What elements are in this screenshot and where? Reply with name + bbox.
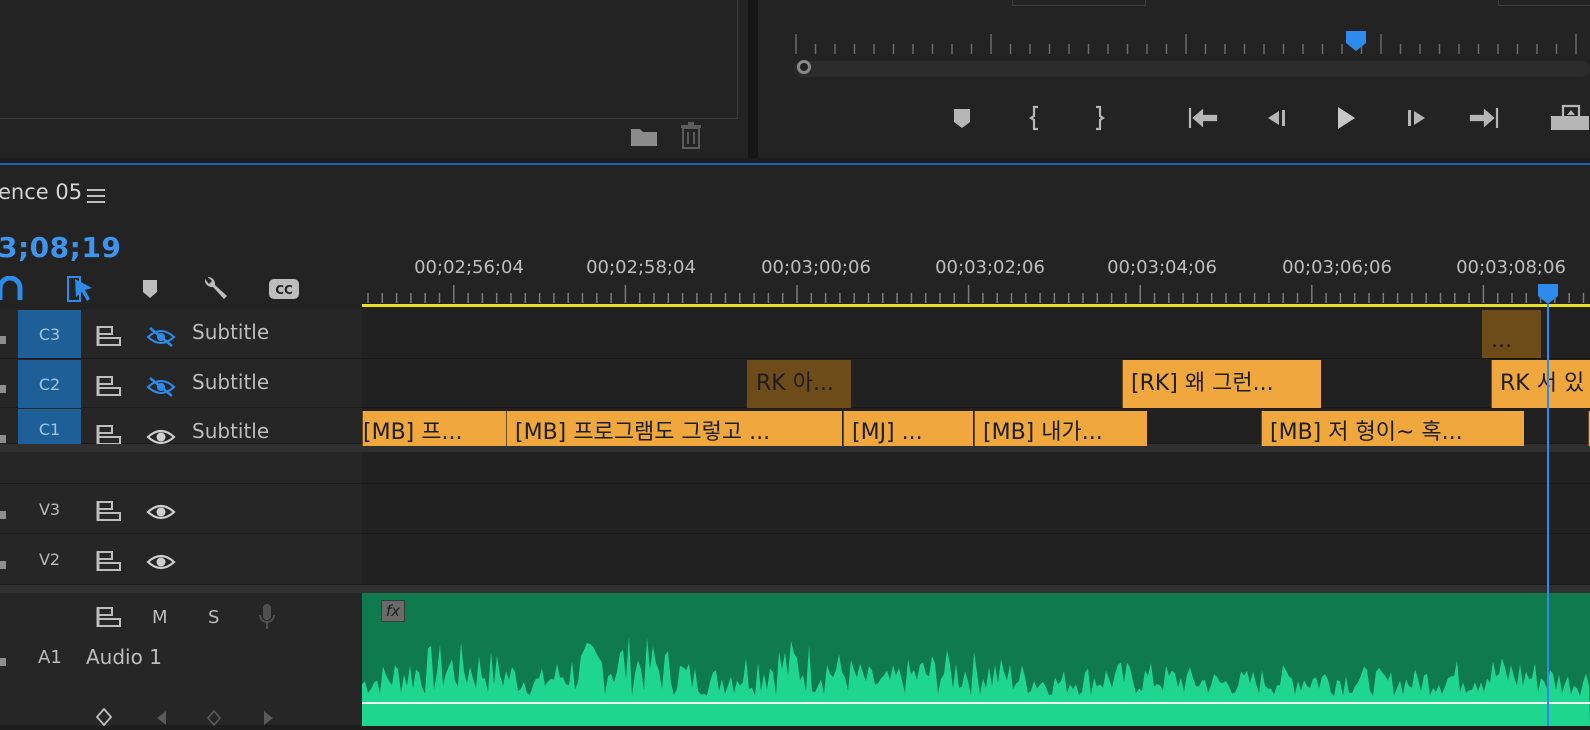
monitor-resolution-dropdown[interactable] — [1498, 0, 1590, 6]
track-target-v2[interactable]: V2 — [18, 535, 81, 583]
ruler-label: 00;03;04;06 — [1107, 257, 1217, 278]
monitor-zoom-dropdown[interactable] — [1012, 0, 1146, 6]
trash-icon[interactable] — [680, 122, 702, 150]
monitor-scroll-handle[interactable] — [797, 60, 811, 74]
marker-icon[interactable] — [948, 104, 976, 132]
ruler-label: 00;02;58;04 — [586, 257, 696, 278]
microphone-icon[interactable] — [258, 603, 276, 631]
keyframe-toggle-icon[interactable] — [95, 707, 117, 727]
export-frame-icon[interactable] — [1550, 104, 1590, 132]
sync-lock-icon[interactable] — [96, 500, 122, 522]
track-target-c3[interactable]: C3 — [18, 310, 81, 358]
fx-badge[interactable]: fx — [381, 600, 405, 622]
lock-icon[interactable] — [0, 428, 6, 443]
volume-rubber-band[interactable] — [362, 702, 1590, 704]
lock-icon[interactable] — [0, 554, 6, 569]
go-to-in-icon[interactable] — [1185, 104, 1219, 132]
new-bin-icon[interactable] — [630, 125, 658, 147]
track-target-v3[interactable]: V3 — [18, 485, 81, 533]
subtitle-clip[interactable]: RK 아... — [747, 360, 851, 408]
add-marker-icon[interactable] — [136, 276, 164, 302]
play-icon[interactable] — [1331, 104, 1359, 132]
subtitle-clip[interactable]: [MB] 프로그램도 그렇고 ... — [506, 411, 842, 446]
monitor-mini-ruler[interactable] — [794, 30, 1590, 56]
audio-track-name[interactable]: Audio 1 — [86, 645, 162, 669]
solo-button[interactable]: S — [208, 607, 219, 628]
playhead-timecode[interactable]: 3;08;19 — [0, 231, 121, 264]
lock-icon[interactable] — [0, 651, 6, 666]
add-keyframe-icon[interactable] — [206, 709, 222, 727]
eye-icon[interactable] — [146, 501, 176, 523]
panel-divider[interactable] — [748, 0, 758, 158]
sync-lock-icon[interactable] — [96, 375, 122, 397]
go-to-out-icon[interactable] — [1468, 104, 1502, 132]
track-lane-v3[interactable] — [362, 484, 1590, 534]
linked-selection-icon[interactable] — [67, 276, 95, 302]
track-lane-v2[interactable] — [362, 534, 1590, 585]
monitor-playhead-handle[interactable] — [1345, 30, 1367, 52]
track-name: Subtitle — [192, 370, 270, 394]
track-name: Subtitle — [192, 320, 270, 344]
hamburger-menu-icon[interactable] — [87, 188, 105, 203]
next-keyframe-icon[interactable] — [262, 710, 274, 726]
eye-hidden-icon[interactable] — [146, 326, 176, 348]
video-audio-divider[interactable] — [0, 585, 1590, 593]
track-lane-c2[interactable] — [362, 359, 1590, 408]
track-header-empty — [0, 452, 362, 484]
ruler-label: 00;03;08;06 — [1456, 257, 1566, 278]
step-back-icon[interactable] — [1262, 104, 1290, 132]
subtitle-clip[interactable]: [RK] 왜 그런... — [1122, 360, 1321, 408]
ruler-label: 00;02;56;04 — [414, 257, 524, 278]
snap-icon[interactable] — [0, 275, 24, 302]
track-lane-c3[interactable] — [362, 309, 1590, 359]
sequence-tab-title[interactable]: ence 05 — [0, 180, 82, 204]
program-monitor — [758, 0, 1590, 158]
closed-captions-icon[interactable]: CC — [268, 276, 300, 302]
subtitle-clip[interactable]: [MJ] ... — [843, 411, 973, 446]
track-target-c2[interactable]: C2 — [18, 360, 81, 408]
subtitle-clip[interactable]: ... — [1482, 310, 1541, 358]
lock-icon[interactable] — [0, 329, 6, 344]
sync-lock-icon[interactable] — [96, 325, 122, 347]
svg-text:CC: CC — [275, 283, 293, 297]
settings-wrench-icon[interactable] — [201, 276, 229, 302]
sync-lock-icon[interactable] — [96, 424, 122, 446]
project-bin-area[interactable] — [0, 0, 738, 119]
mark-in-icon[interactable] — [1021, 104, 1049, 132]
eye-hidden-icon[interactable] — [146, 376, 176, 398]
sync-lock-icon[interactable] — [96, 606, 122, 628]
ruler-label: 00;03;06;06 — [1282, 257, 1392, 278]
track-target-c1[interactable]: C1 — [18, 409, 81, 444]
mute-button[interactable]: M — [152, 607, 168, 628]
sync-lock-icon[interactable] — [96, 550, 122, 572]
track-lane-empty[interactable] — [362, 452, 1590, 484]
audio-waveform — [362, 636, 1590, 726]
subtitle-clip[interactable]: RK 서 있 — [1491, 360, 1590, 408]
monitor-zoom-scrollbar[interactable] — [794, 61, 1590, 77]
subtitle-clip[interactable]: [MB] 저 형이~ 혹... — [1261, 411, 1524, 446]
playhead-line[interactable] — [1547, 304, 1549, 726]
work-area-bar[interactable] — [362, 304, 1590, 307]
subtitle-clip[interactable]: [MB] 프... — [362, 411, 506, 446]
track-name: Subtitle — [192, 419, 270, 443]
track-target-a1[interactable]: A1 — [38, 647, 62, 668]
playhead-handle[interactable] — [1537, 283, 1559, 305]
time-ruler[interactable] — [362, 283, 1590, 303]
ruler-label: 00;03;02;06 — [935, 257, 1045, 278]
step-forward-icon[interactable] — [1403, 104, 1431, 132]
ruler-label: 00;03;00;06 — [761, 257, 871, 278]
mark-out-icon[interactable] — [1085, 104, 1113, 132]
lock-icon[interactable] — [0, 378, 6, 393]
subtitle-clip[interactable]: [MB] 내가... — [974, 411, 1147, 446]
lock-icon[interactable] — [0, 504, 6, 519]
eye-icon[interactable] — [146, 551, 176, 573]
previous-keyframe-icon[interactable] — [156, 710, 168, 726]
